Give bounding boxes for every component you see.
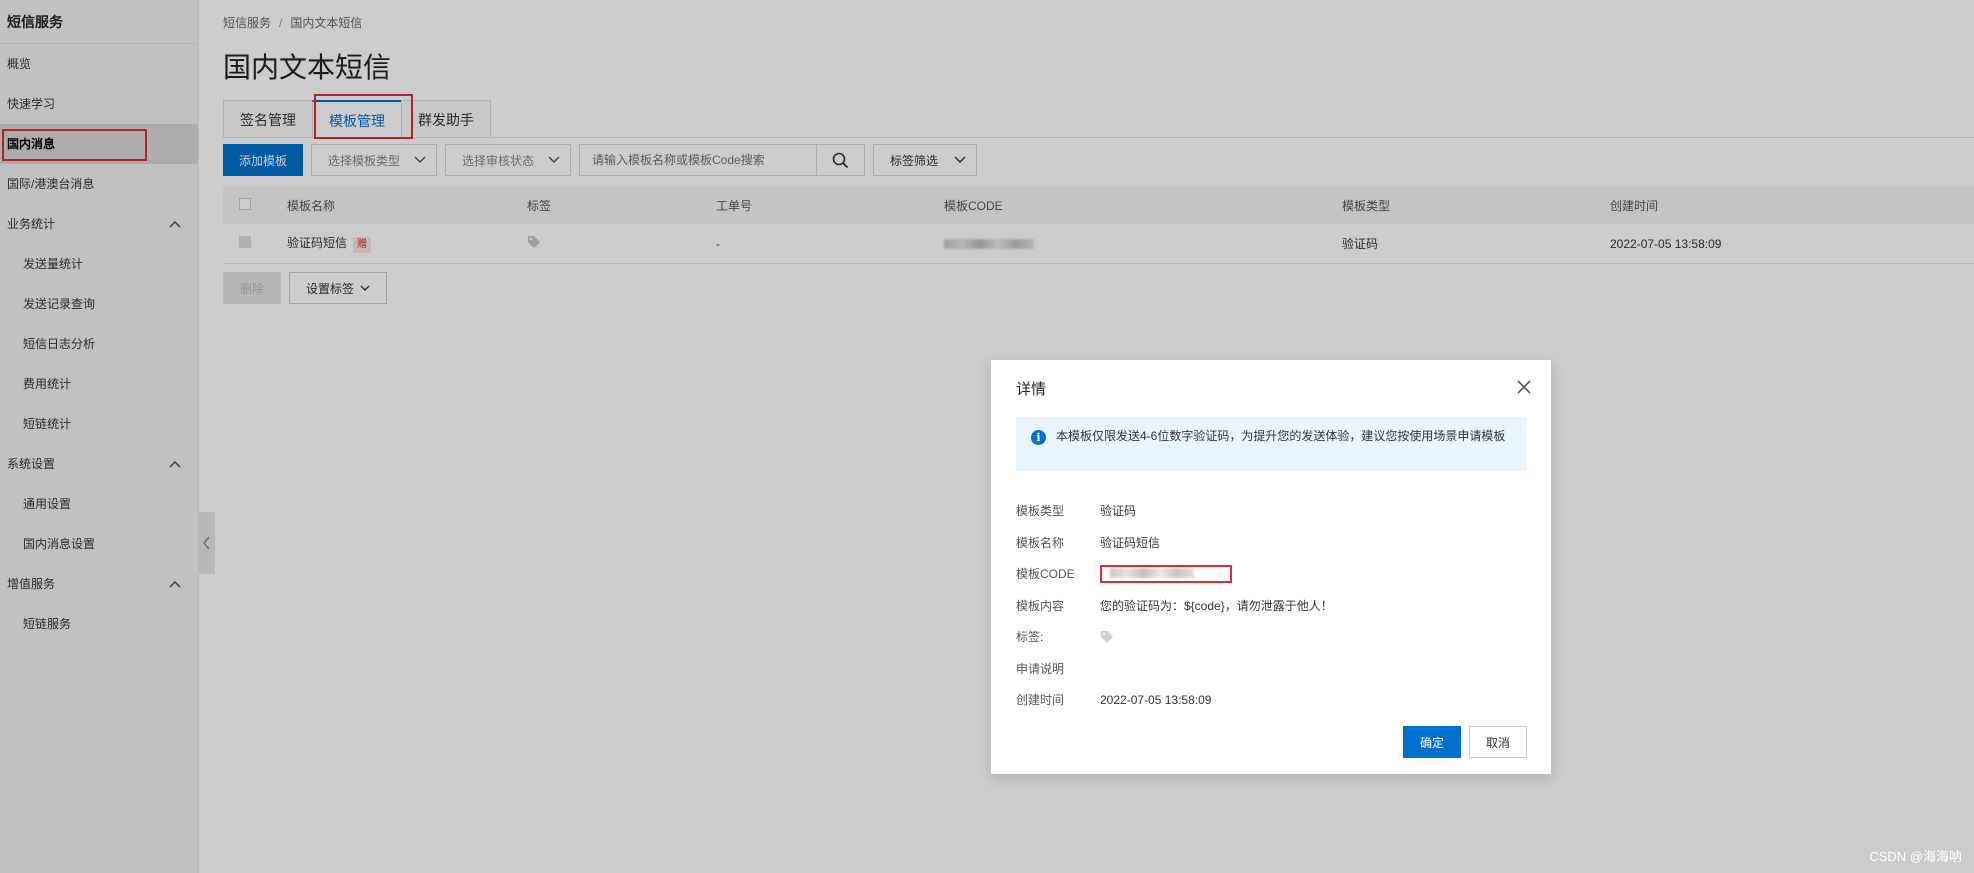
detail-key: 模板CODE xyxy=(1016,567,1075,582)
detail-dialog: 详情 i 本模板仅限发送4-6位数字验证码，为提升您的发送体验，建议您按使用场景… xyxy=(991,360,1551,774)
cancel-button[interactable]: 取消 xyxy=(1469,726,1527,758)
detail-row: 标签: xyxy=(1016,621,1333,653)
detail-key: 模板名称 xyxy=(1016,535,1065,550)
detail-value: 验证码 xyxy=(1100,504,1137,519)
info-icon: i xyxy=(1031,430,1046,445)
detail-list: 模板类型 验证码 模板名称 验证码短信 模板CODE 模板内容 您的验证码为：$… xyxy=(1016,495,1333,716)
detail-key: 模板类型 xyxy=(1016,504,1065,519)
detail-row: 模板类型 验证码 xyxy=(1016,495,1333,527)
dialog-title: 详情 xyxy=(1016,381,1047,398)
detail-key: 创建时间 xyxy=(1016,693,1065,708)
dialog-footer: 确定 取消 xyxy=(1403,726,1527,758)
detail-row: 模板内容 您的验证码为：${code}，请勿泄露于他人！ xyxy=(1016,590,1333,622)
detail-key: 模板内容 xyxy=(1016,598,1065,613)
detail-row: 模板名称 验证码短信 xyxy=(1016,527,1333,559)
detail-key: 申请说明 xyxy=(1016,661,1065,676)
modal-overlay[interactable] xyxy=(0,0,1974,873)
detail-key: 标签: xyxy=(1016,630,1044,645)
close-icon xyxy=(1517,380,1531,394)
close-button[interactable] xyxy=(1515,378,1533,396)
notice-text: 本模板仅限发送4-6位数字验证码，为提升您的发送体验，建议您按使用场景申请模板 xyxy=(1056,429,1506,443)
detail-value-code xyxy=(1100,564,1232,583)
watermark: CSDN @海海呐 xyxy=(1869,849,1962,864)
detail-value: 验证码短信 xyxy=(1100,535,1161,550)
info-notice: i 本模板仅限发送4-6位数字验证码，为提升您的发送体验，建议您按使用场景申请模… xyxy=(1016,417,1526,471)
detail-value: 2022-07-05 13:58:09 xyxy=(1100,692,1212,707)
detail-value: 您的验证码为：${code}，请勿泄露于他人！ xyxy=(1100,598,1333,613)
detail-row: 模板CODE xyxy=(1016,558,1333,590)
confirm-button[interactable]: 确定 xyxy=(1403,726,1461,758)
detail-row: 申请说明 xyxy=(1016,653,1333,685)
code-blurred xyxy=(1110,567,1194,578)
tag-icon[interactable] xyxy=(1100,630,1114,644)
detail-row: 创建时间 2022-07-05 13:58:09 xyxy=(1016,684,1333,716)
